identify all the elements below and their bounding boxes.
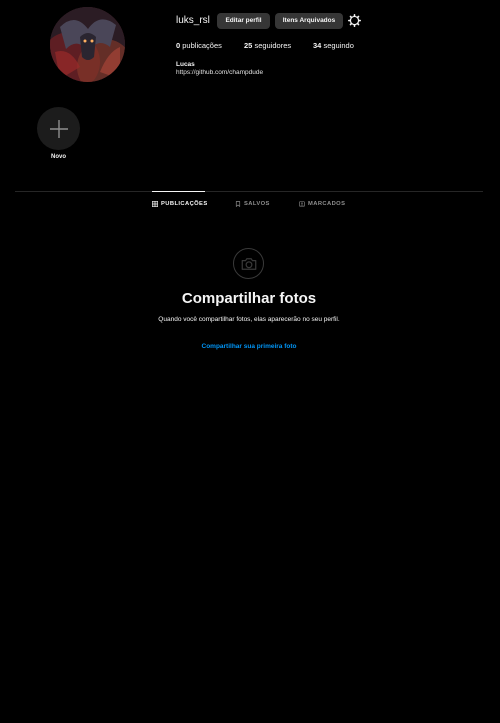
posts-label: publicações bbox=[182, 41, 222, 50]
stat-posts: 0 publicações bbox=[176, 41, 222, 50]
tag-icon bbox=[299, 201, 305, 207]
tab-posts[interactable]: PUBLICAÇÕES bbox=[152, 201, 208, 207]
camera-icon bbox=[241, 257, 256, 270]
followers-label: seguidores bbox=[254, 41, 292, 50]
following-label: seguindo bbox=[323, 41, 354, 50]
avatar[interactable] bbox=[50, 7, 125, 82]
plus-icon bbox=[49, 119, 68, 138]
empty-state-description: Quando você compartilhar fotos, elas apa… bbox=[158, 316, 340, 323]
highlight-new[interactable]: Novo bbox=[37, 107, 80, 160]
tab-saved[interactable]: SALVOS bbox=[235, 201, 270, 207]
bio-link[interactable]: https://github.com/champdude bbox=[176, 69, 263, 76]
gear-icon[interactable] bbox=[348, 14, 361, 27]
posts-count: 0 bbox=[176, 41, 181, 50]
camera-circle bbox=[233, 248, 264, 279]
grid-icon bbox=[152, 201, 158, 207]
highlight-new-circle[interactable] bbox=[37, 107, 80, 150]
username: luks_rsl bbox=[176, 15, 210, 26]
tabs-divider bbox=[15, 191, 483, 192]
tab-posts-label: PUBLICAÇÕES bbox=[161, 201, 208, 207]
bookmark-icon bbox=[235, 201, 241, 207]
followers-count: 25 bbox=[244, 41, 253, 50]
bio-name: Lucas bbox=[176, 61, 195, 68]
empty-state-title: Compartilhar fotos bbox=[181, 290, 317, 307]
active-tab-indicator bbox=[152, 191, 205, 192]
edit-profile-button[interactable]: Editar perfil bbox=[217, 13, 270, 29]
highlight-new-label: Novo bbox=[51, 154, 66, 160]
stat-following[interactable]: 34 seguindo bbox=[313, 41, 354, 50]
following-count: 34 bbox=[313, 41, 322, 50]
tab-tagged-label: MARCADOS bbox=[308, 201, 346, 207]
avatar-image bbox=[50, 7, 125, 82]
tab-saved-label: SALVOS bbox=[244, 201, 270, 207]
profile-page: luks_rsl Editar perfil Itens Arquivados … bbox=[0, 0, 500, 723]
archived-items-button[interactable]: Itens Arquivados bbox=[275, 13, 343, 29]
stat-followers[interactable]: 25 seguidores bbox=[244, 41, 291, 50]
share-first-photo-link[interactable]: Compartilhar sua primeira foto bbox=[0, 343, 498, 350]
tab-tagged[interactable]: MARCADOS bbox=[299, 201, 345, 207]
